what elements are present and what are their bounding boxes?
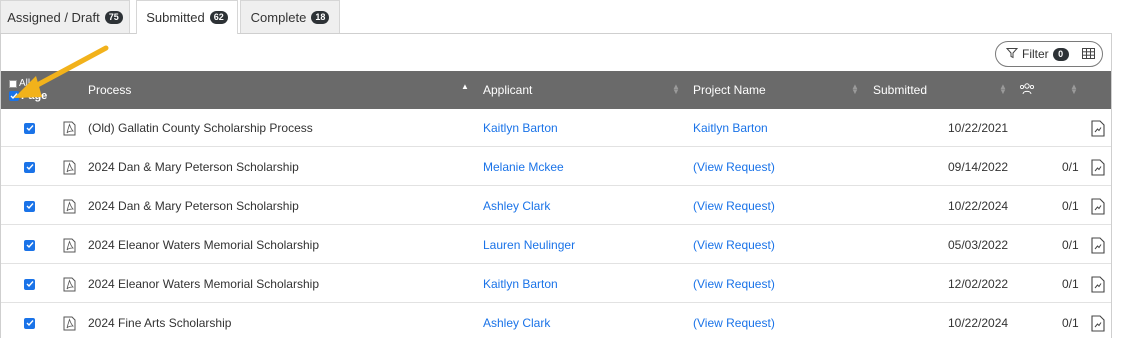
table-grid-icon[interactable] bbox=[1082, 47, 1095, 63]
filter-button[interactable]: Filter 0 bbox=[995, 41, 1103, 67]
sort-icon[interactable]: ▲ bbox=[461, 83, 469, 91]
tab-count-badge: 62 bbox=[209, 11, 228, 24]
tab-assigned-draft[interactable]: Assigned / Draft 75 bbox=[0, 0, 130, 33]
column-label: Submitted bbox=[873, 83, 928, 97]
applicant-link[interactable]: Lauren Neulinger bbox=[483, 226, 575, 264]
row-checkbox[interactable] bbox=[24, 161, 35, 173]
pdf-icon[interactable] bbox=[63, 304, 76, 342]
process-cell: 2024 Eleanor Waters Memorial Scholarship bbox=[88, 277, 319, 291]
tab-complete[interactable]: Complete 18 bbox=[240, 0, 340, 33]
pdf-icon[interactable] bbox=[63, 187, 76, 225]
project-link[interactable]: (View Request) bbox=[693, 265, 775, 303]
submitted-date: 05/03/2022 bbox=[948, 238, 1009, 252]
project-link[interactable]: (View Request) bbox=[693, 187, 775, 225]
sort-icon[interactable]: ▲ ▼ bbox=[672, 83, 680, 96]
reviewers-count: 0/1 bbox=[1062, 277, 1079, 291]
document-icon[interactable] bbox=[1091, 109, 1105, 147]
tab-label: Submitted bbox=[146, 10, 205, 25]
annotation-arrow-icon bbox=[14, 45, 109, 98]
filter-icon bbox=[1005, 47, 1019, 62]
submitted-date: 10/22/2021 bbox=[948, 121, 1009, 135]
document-icon[interactable] bbox=[1091, 226, 1105, 264]
tab-submitted[interactable]: Submitted 62 bbox=[136, 0, 238, 34]
reviewers-count: 0/1 bbox=[1062, 160, 1079, 174]
filter-count-badge: 0 bbox=[1052, 47, 1069, 61]
reviewers-count: 0/1 bbox=[1062, 316, 1079, 330]
column-header-applicant[interactable]: Applicant bbox=[483, 71, 532, 109]
process-cell: (Old) Gallatin County Scholarship Proces… bbox=[88, 121, 313, 135]
document-icon[interactable] bbox=[1091, 148, 1105, 186]
tab-label: Assigned / Draft bbox=[7, 9, 100, 25]
submitted-date: 12/02/2022 bbox=[948, 277, 1009, 291]
project-link[interactable]: (View Request) bbox=[693, 148, 775, 186]
pdf-icon[interactable] bbox=[63, 226, 76, 264]
project-link[interactable]: Kaitlyn Barton bbox=[693, 109, 768, 147]
column-header-reviewers[interactable] bbox=[1019, 71, 1035, 109]
pdf-icon[interactable] bbox=[63, 148, 76, 186]
applicant-link[interactable]: Kaitlyn Barton bbox=[483, 265, 558, 303]
applicant-link[interactable]: Kaitlyn Barton bbox=[483, 109, 558, 147]
pdf-icon[interactable] bbox=[63, 109, 76, 147]
sort-icon[interactable]: ▲ ▼ bbox=[851, 83, 859, 96]
table-row[interactable]: 2024 Fine Arts Scholarship Ashley Clark … bbox=[1, 304, 1111, 342]
column-header-submitted[interactable]: Submitted bbox=[873, 71, 927, 109]
table-row[interactable]: (Old) Gallatin County Scholarship Proces… bbox=[1, 109, 1111, 147]
submissions-panel: Filter 0 All Page Process ▲ Applicant ▲▼… bbox=[0, 33, 1112, 338]
table-header: All Page Process ▲ Applicant ▲▼ Project … bbox=[1, 71, 1111, 109]
row-checkbox[interactable] bbox=[24, 317, 35, 329]
column-label: Applicant bbox=[483, 83, 533, 97]
applicant-link[interactable]: Ashley Clark bbox=[483, 304, 550, 342]
project-link[interactable]: (View Request) bbox=[693, 304, 775, 342]
tab-label: Complete bbox=[250, 9, 307, 25]
submitted-date: 10/22/2024 bbox=[948, 316, 1009, 330]
table-row[interactable]: 2024 Dan & Mary Peterson Scholarship Ash… bbox=[1, 187, 1111, 225]
reviewers-count: 0/1 bbox=[1062, 238, 1079, 252]
sort-icon[interactable]: ▲ ▼ bbox=[1070, 83, 1078, 96]
applicant-link[interactable]: Ashley Clark bbox=[483, 187, 550, 225]
column-label: Project Name bbox=[693, 83, 766, 97]
project-link[interactable]: (View Request) bbox=[693, 226, 775, 264]
sort-icon[interactable]: ▲ ▼ bbox=[999, 83, 1007, 96]
submitted-date: 09/14/2022 bbox=[948, 160, 1009, 174]
document-icon[interactable] bbox=[1091, 187, 1105, 225]
row-checkbox[interactable] bbox=[24, 239, 35, 251]
table-row[interactable]: 2024 Eleanor Waters Memorial Scholarship… bbox=[1, 265, 1111, 303]
tab-bar: Assigned / Draft 75 Submitted 62 Complet… bbox=[0, 0, 1122, 34]
filter-label: Filter bbox=[1022, 47, 1049, 61]
submitted-date: 10/22/2024 bbox=[948, 199, 1009, 213]
applicant-link[interactable]: Melanie Mckee bbox=[483, 148, 564, 186]
process-cell: 2024 Fine Arts Scholarship bbox=[88, 316, 232, 330]
reviewers-count: 0/1 bbox=[1062, 199, 1079, 213]
column-header-project-name[interactable]: Project Name bbox=[693, 71, 766, 109]
process-cell: 2024 Eleanor Waters Memorial Scholarship bbox=[88, 238, 319, 252]
pdf-icon[interactable] bbox=[63, 265, 76, 303]
reviewers-group-icon bbox=[1019, 82, 1035, 98]
table-row[interactable]: 2024 Eleanor Waters Memorial Scholarship… bbox=[1, 226, 1111, 264]
row-checkbox[interactable] bbox=[24, 278, 35, 290]
process-cell: 2024 Dan & Mary Peterson Scholarship bbox=[88, 199, 299, 213]
tab-count-badge: 18 bbox=[311, 10, 330, 24]
document-icon[interactable] bbox=[1091, 304, 1105, 342]
document-icon[interactable] bbox=[1091, 265, 1105, 303]
tab-count-badge: 75 bbox=[104, 10, 123, 24]
table-row[interactable]: 2024 Dan & Mary Peterson Scholarship Mel… bbox=[1, 148, 1111, 186]
row-checkbox[interactable] bbox=[24, 122, 35, 134]
process-cell: 2024 Dan & Mary Peterson Scholarship bbox=[88, 160, 299, 174]
row-checkbox[interactable] bbox=[24, 200, 35, 212]
